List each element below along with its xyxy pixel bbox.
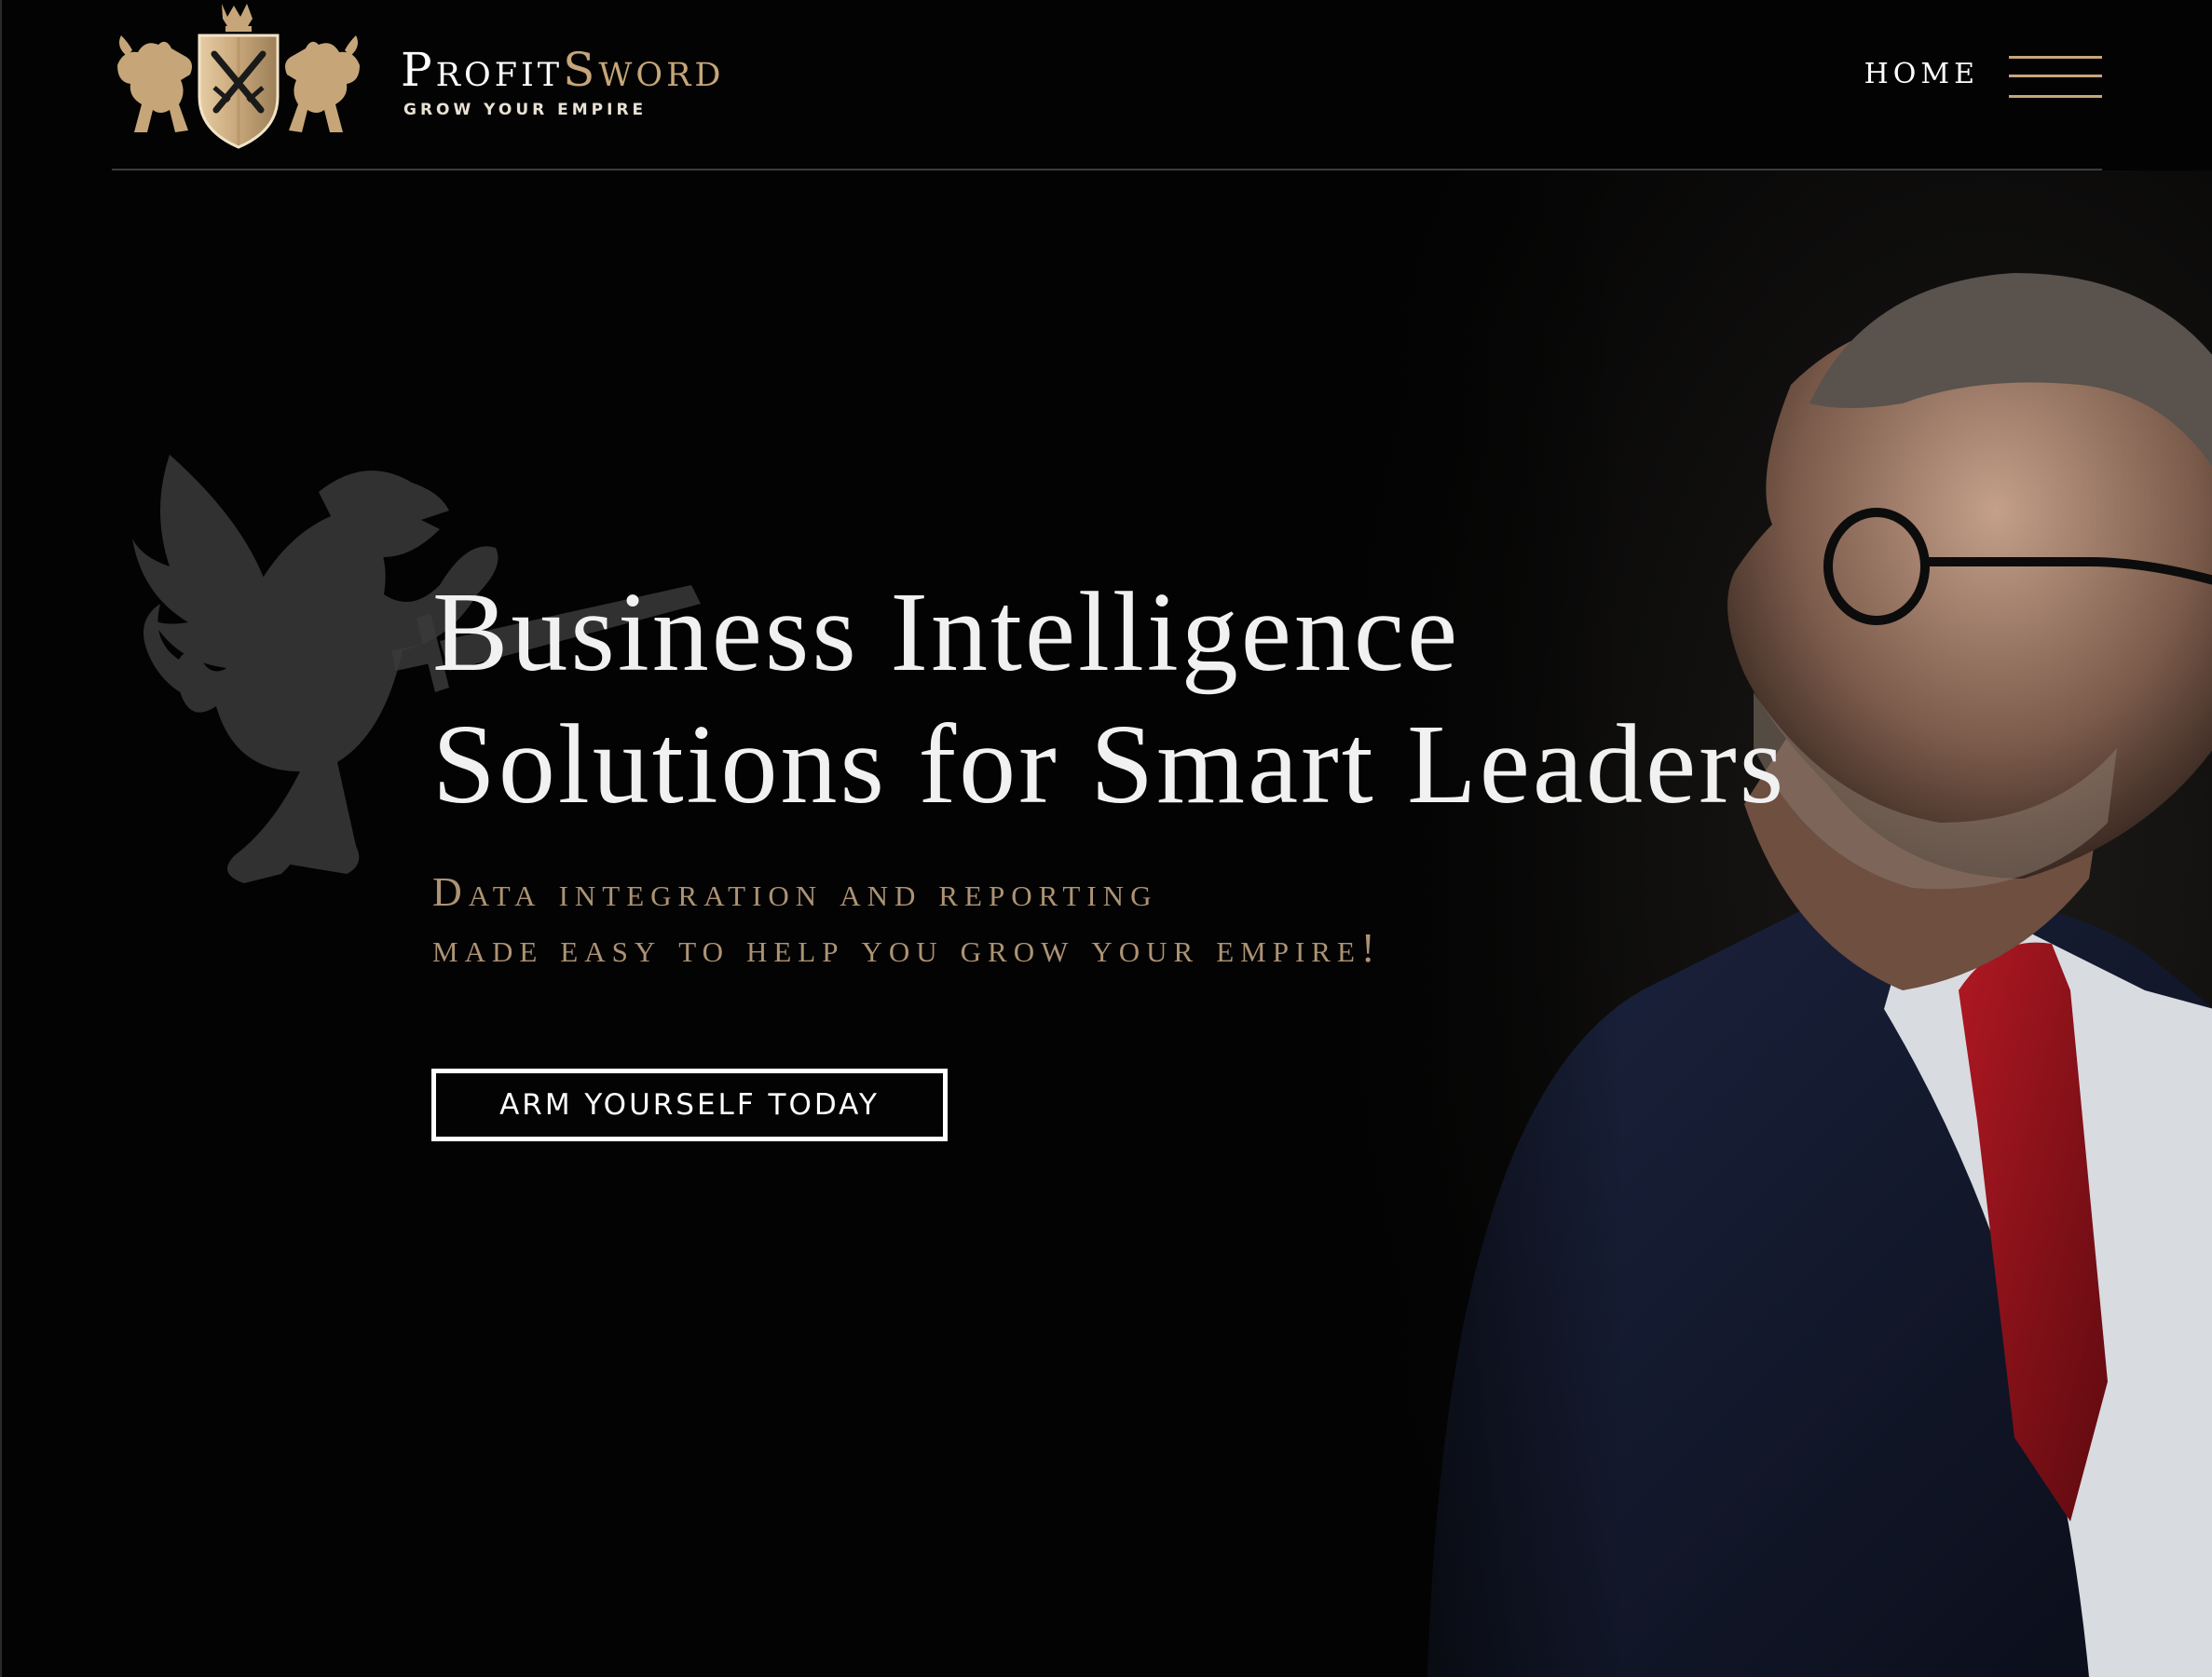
hero-subheading: Data integration and reporting made easy… (432, 865, 1382, 976)
landing-page: ProfitSword GROW YOUR EMPIRE HOME Busine… (0, 0, 2212, 1677)
header-divider (112, 169, 2102, 170)
nav-home-link[interactable]: HOME (1864, 58, 1979, 90)
menu-bar (2009, 56, 2102, 59)
brand-name-text: ProfitSword (401, 43, 725, 97)
headline-line-2: Solutions for Smart Leaders (432, 702, 1787, 827)
menu-bar (2009, 75, 2102, 77)
subheading-line-1: Data integration and reporting (432, 869, 1158, 915)
hero-section: Business Intelligence Solutions for Smar… (2, 170, 2212, 1677)
brand-name: ProfitSword (401, 43, 725, 97)
brand-tagline: GROW YOUR EMPIRE (403, 101, 648, 119)
brand-logo[interactable]: ProfitSword GROW YOUR EMPIRE (112, 0, 745, 149)
site-header: ProfitSword GROW YOUR EMPIRE HOME (2, 0, 2212, 170)
headline-line-1: Business Intelligence (432, 569, 1461, 695)
menu-bar (2009, 95, 2102, 98)
businessman-portrait-photo (1306, 170, 2212, 1677)
crest-lions-shield-icon (117, 4, 360, 149)
subheading-line-2: made easy to help you grow your empire! (432, 925, 1382, 971)
hamburger-menu-icon[interactable] (2009, 56, 2102, 99)
hero-headline: Business Intelligence Solutions for Smar… (432, 566, 1786, 831)
arm-yourself-today-button[interactable]: ARM YOURSELF TODAY (431, 1069, 948, 1141)
